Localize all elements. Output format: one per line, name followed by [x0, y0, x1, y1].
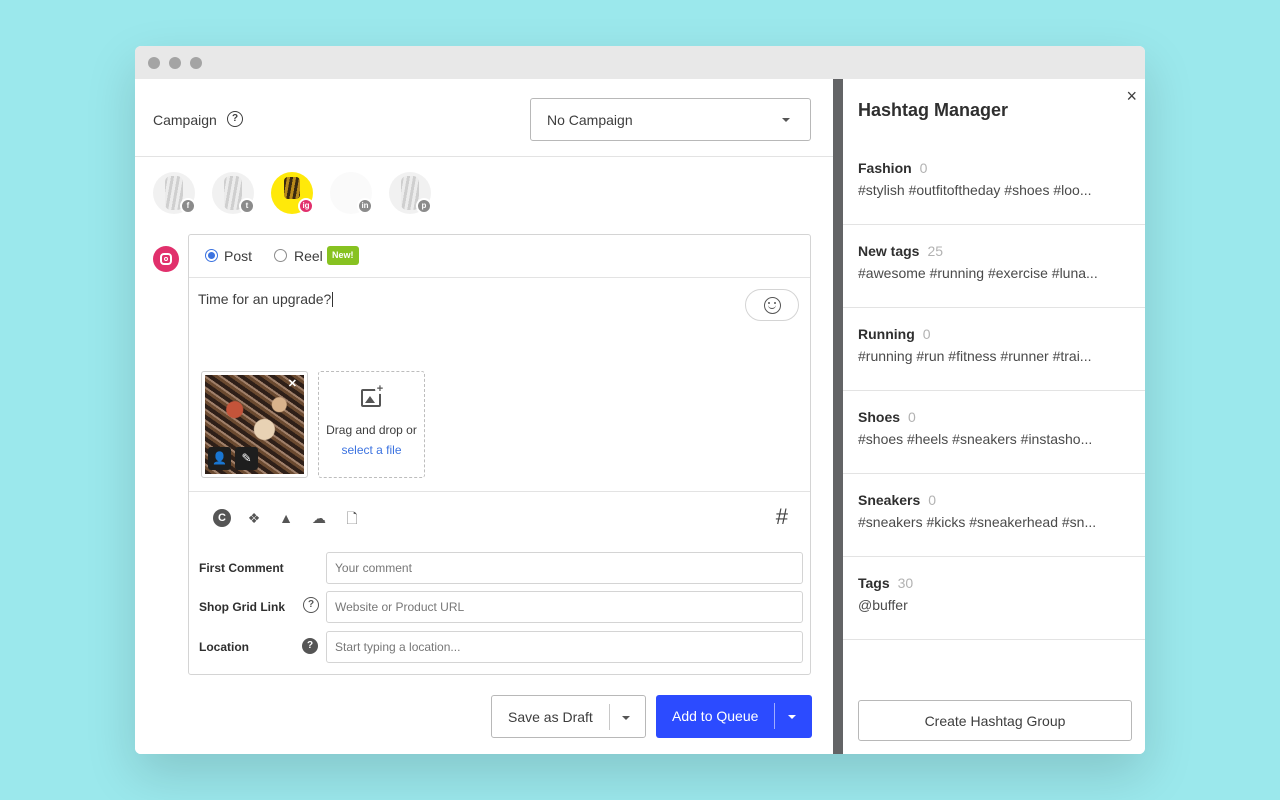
campaign-help-icon[interactable]: ? [227, 111, 243, 127]
chevron-down-icon[interactable] [788, 715, 796, 719]
post-radio[interactable] [205, 249, 218, 262]
first-comment-label: First Comment [199, 561, 284, 575]
hashtag-group-name: New tags [858, 243, 920, 259]
hashtag-group-count: 30 [897, 575, 914, 591]
button-separator [774, 703, 775, 729]
hashtag-group-name: Running [858, 326, 915, 342]
add-image-plus-icon: + [375, 383, 385, 395]
close-window-dot[interactable] [148, 57, 160, 69]
media-dropzone[interactable]: + Drag and drop or select a file [318, 371, 425, 478]
minimize-window-dot[interactable] [169, 57, 181, 69]
hashtag-group-item[interactable]: Sneakers 0 #sneakers #kicks #sneakerhead … [843, 474, 1145, 557]
hashtag-group-tags: #stylish #outfitoftheday #shoes #loo... [858, 182, 1092, 198]
location-input[interactable] [326, 631, 803, 663]
hashtag-icon[interactable]: # [776, 504, 788, 530]
hashtag-group-name: Fashion [858, 160, 912, 176]
dropzone-text: Drag and drop or [326, 423, 417, 437]
hashtag-group-name: Shoes [858, 409, 901, 425]
hashtag-manager-title: Hashtag Manager [858, 100, 1009, 120]
chevron-down-icon[interactable] [622, 716, 630, 720]
pinterest-icon: p [416, 198, 432, 214]
hashtag-group-count: 25 [927, 243, 944, 259]
hashtag-group-item[interactable]: New tags 25 #awesome #running #exercise #… [843, 225, 1145, 308]
hashtag-group-tags: #running #run #fitness #runner #trai... [858, 348, 1092, 364]
hashtag-group-list: Fashion 0 #stylish #outfitoftheday #shoes… [843, 142, 1145, 640]
location-label: Location [199, 640, 249, 654]
smiley-icon [764, 297, 781, 314]
twitter-icon: t [239, 198, 255, 214]
campaign-dropdown[interactable]: No Campaign [530, 98, 811, 141]
hashtag-group-name: Sneakers [858, 492, 921, 508]
save-draft-button[interactable]: Save as Draft [491, 695, 646, 738]
title-bar [135, 46, 1145, 79]
hashtag-group-tags: #shoes #heels #sneakers #instasho... [858, 431, 1093, 447]
shop-grid-help-icon[interactable]: ? [303, 597, 319, 613]
google-drive-icon[interactable]: ▲ [277, 509, 295, 527]
panel-divider [833, 79, 843, 754]
create-hashtag-group-button[interactable]: Create Hashtag Group [858, 700, 1132, 741]
dropbox-icon[interactable]: ❖ [245, 509, 263, 527]
media-thumbnail[interactable]: ✕ 👤 ✎ [201, 371, 308, 478]
composer-window: Campaign ? No Campaign f t ig in p Post [135, 46, 1145, 754]
post-editor: Post Reel New! Time for an upgrade? ✕ 👤 … [188, 234, 811, 675]
chevron-down-icon [782, 118, 790, 122]
hashtag-group-tags: @buffer [858, 597, 908, 613]
post-text: Time for an upgrade? [198, 291, 332, 307]
composer-toolbar: C ❖ ▲ ☁ 🗋 # [189, 491, 810, 543]
location-help-icon[interactable]: ? [302, 638, 318, 654]
first-comment-input[interactable] [326, 552, 803, 584]
composer-panel: Campaign ? No Campaign f t ig in p Post [135, 79, 833, 754]
campaign-row: Campaign ? No Campaign [135, 79, 833, 157]
campaign-label: Campaign [153, 112, 217, 128]
hashtag-group-count: 0 [922, 326, 931, 342]
new-badge: New! [327, 246, 359, 265]
button-separator [609, 704, 610, 730]
hashtag-group-name: Tags [858, 575, 890, 591]
post-type-selector: Post Reel New! [189, 235, 810, 278]
shop-grid-link-label: Shop Grid Link [199, 600, 285, 614]
hashtag-group-count: 0 [919, 160, 928, 176]
hashtag-group-count: 0 [908, 409, 916, 425]
hashtag-group-item[interactable]: Shoes 0 #shoes #heels #sneakers #instasho… [843, 391, 1145, 474]
instagram-network-icon [153, 246, 179, 272]
hashtag-group-item[interactable]: Fashion 0 #stylish #outfitoftheday #shoes… [843, 142, 1145, 225]
facebook-icon: f [180, 198, 196, 214]
tag-user-icon[interactable]: 👤 [208, 447, 231, 470]
shop-grid-link-input[interactable] [326, 591, 803, 623]
hashtag-manager-panel: Hashtag Manager × Fashion 0 #stylish #out… [843, 79, 1145, 754]
select-file-link[interactable]: select a file [319, 443, 424, 457]
post-text-area[interactable]: Time for an upgrade? [198, 291, 334, 307]
campaign-selected-value: No Campaign [547, 112, 633, 128]
save-draft-label: Save as Draft [508, 709, 593, 725]
hashtag-group-item[interactable]: Running 0 #running #run #fitness #runner … [843, 308, 1145, 391]
edit-pencil-icon[interactable]: ✎ [235, 447, 258, 470]
linkedin-icon: in [357, 198, 373, 214]
file-icon[interactable]: 🗋 [343, 509, 361, 527]
add-to-queue-label: Add to Queue [672, 708, 759, 724]
zoom-window-dot[interactable] [190, 57, 202, 69]
hashtag-group-tags: #sneakers #kicks #sneakerhead #sn... [858, 514, 1097, 530]
reel-radio-label[interactable]: Reel [294, 248, 323, 264]
emoji-button[interactable] [745, 289, 799, 321]
hashtag-group-count: 0 [928, 492, 937, 508]
instagram-icon: ig [298, 198, 314, 214]
hashtag-group-item[interactable]: Tags 30 @buffer [843, 557, 1145, 640]
text-cursor [332, 292, 334, 307]
hashtag-group-tags: #awesome #running #exercise #luna... [858, 265, 1098, 281]
reel-radio[interactable] [274, 249, 287, 262]
remove-media-icon[interactable]: ✕ [288, 377, 297, 390]
canva-icon[interactable]: C [213, 509, 231, 527]
close-icon[interactable]: × [1126, 86, 1137, 107]
post-radio-label[interactable]: Post [224, 248, 252, 264]
add-to-queue-button[interactable]: Add to Queue [656, 695, 812, 738]
onedrive-icon[interactable]: ☁ [310, 509, 328, 527]
